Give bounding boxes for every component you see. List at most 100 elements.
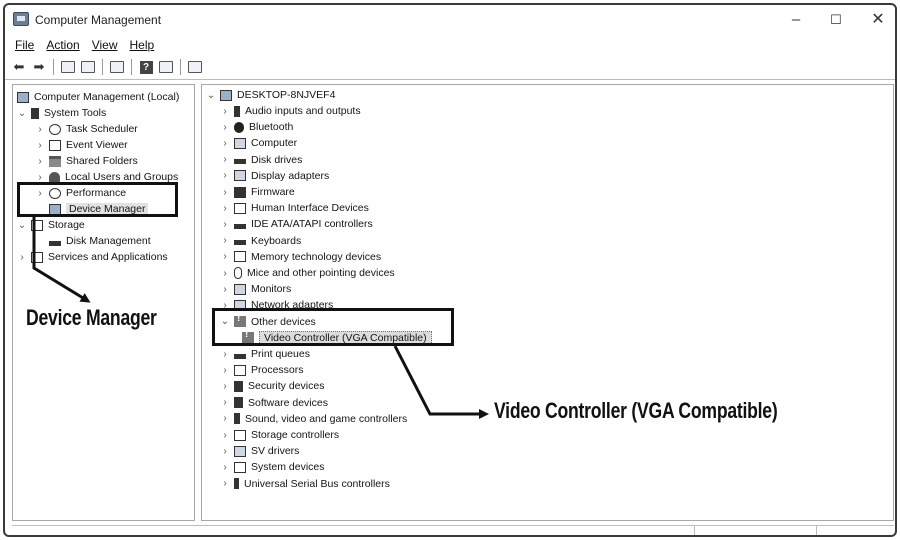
menu-view[interactable]: View bbox=[92, 38, 118, 52]
hid-icon bbox=[234, 202, 246, 214]
tree-item-shared-folders[interactable]: › Shared Folders bbox=[35, 153, 138, 169]
printer-icon bbox=[234, 353, 246, 359]
help-icon[interactable]: ? bbox=[138, 59, 154, 75]
tree-label: Sound, video and game controllers bbox=[245, 412, 408, 425]
menu-file[interactable]: File bbox=[15, 38, 34, 52]
status-divider bbox=[816, 526, 817, 535]
tree-label: System devices bbox=[251, 461, 325, 474]
chevron-down-icon[interactable]: ⌄ bbox=[17, 220, 27, 231]
device-category-audio-inputs-and-outputs[interactable]: › Audio inputs and outputs bbox=[220, 103, 361, 119]
tree-item-task-scheduler[interactable]: › Task Scheduler bbox=[35, 121, 137, 137]
chevron-right-icon[interactable]: › bbox=[220, 462, 230, 473]
chevron-right-icon[interactable]: › bbox=[220, 138, 230, 149]
tree-label: Disk Management bbox=[66, 235, 151, 247]
device-tree-root[interactable]: ⌄ DESKTOP-8NJVEF4 bbox=[206, 87, 336, 103]
device-category-memory-technology-devices[interactable]: › Memory technology devices bbox=[220, 249, 381, 265]
chevron-right-icon[interactable]: › bbox=[17, 252, 27, 263]
tools-icon bbox=[31, 107, 39, 119]
chevron-right-icon[interactable]: › bbox=[220, 413, 230, 424]
monitor-icon bbox=[234, 283, 246, 295]
chevron-right-icon[interactable]: › bbox=[220, 397, 230, 408]
chevron-right-icon[interactable]: › bbox=[220, 170, 230, 181]
device-category-keyboards[interactable]: › Keyboards bbox=[220, 233, 301, 249]
device-category-bluetooth[interactable]: › Bluetooth bbox=[220, 119, 293, 135]
sv-driver-icon bbox=[234, 445, 246, 457]
tree-item-system-tools[interactable]: ⌄ System Tools bbox=[17, 105, 106, 121]
video-controller-highlight-box bbox=[212, 308, 454, 346]
up-folder-icon[interactable] bbox=[60, 59, 76, 75]
console-tree-pane[interactable]: Computer Management (Local) ⌄ System Too… bbox=[12, 84, 195, 521]
chevron-right-icon[interactable]: › bbox=[220, 268, 230, 279]
device-category-storage-controllers[interactable]: › Storage controllers bbox=[220, 427, 339, 443]
device-category-universal-serial-bus-controllers[interactable]: › Universal Serial Bus controllers bbox=[220, 476, 390, 492]
shared-folder-icon bbox=[49, 155, 61, 167]
tree-label: Computer Management (Local) bbox=[34, 91, 180, 103]
chevron-right-icon[interactable]: › bbox=[220, 154, 230, 165]
chevron-right-icon[interactable]: › bbox=[220, 235, 230, 246]
device-category-security-devices[interactable]: › Security devices bbox=[220, 378, 324, 394]
scan-hardware-icon[interactable] bbox=[187, 59, 203, 75]
display-adapter-icon bbox=[234, 170, 246, 182]
device-category-monitors[interactable]: › Monitors bbox=[220, 281, 291, 297]
forward-arrow-icon[interactable]: ➡ bbox=[31, 59, 47, 75]
device-category-sv-drivers[interactable]: › SV drivers bbox=[220, 443, 299, 459]
tree-item-disk-management[interactable]: Disk Management bbox=[49, 233, 151, 249]
tree-item-storage[interactable]: ⌄ Storage bbox=[17, 217, 85, 233]
show-hide-tree-icon[interactable] bbox=[80, 59, 96, 75]
device-category-system-devices[interactable]: › System devices bbox=[220, 459, 325, 475]
device-category-software-devices[interactable]: › Software devices bbox=[220, 395, 328, 411]
device-category-print-queues[interactable]: › Print queues bbox=[220, 346, 310, 362]
chevron-right-icon[interactable]: › bbox=[220, 430, 230, 441]
tree-label: Monitors bbox=[251, 283, 292, 296]
back-arrow-icon[interactable]: ⬅ bbox=[11, 59, 27, 75]
chevron-right-icon[interactable]: › bbox=[220, 349, 230, 360]
device-category-human-interface-devices[interactable]: › Human Interface Devices bbox=[220, 200, 369, 216]
computer-management-window: Computer Management – ☐ ✕ File Action Vi… bbox=[3, 3, 897, 537]
chevron-right-icon[interactable]: › bbox=[220, 446, 230, 457]
device-category-mice-and-other-pointing-devices[interactable]: › Mice and other pointing devices bbox=[220, 265, 395, 281]
tree-label: Audio inputs and outputs bbox=[245, 105, 361, 117]
chevron-right-icon[interactable]: › bbox=[35, 140, 45, 151]
chevron-right-icon[interactable]: › bbox=[220, 219, 230, 230]
tree-label: Print queues bbox=[251, 348, 310, 360]
maximize-button[interactable]: ☐ bbox=[823, 10, 849, 30]
chevron-right-icon[interactable]: › bbox=[220, 365, 230, 376]
toolbar-separator bbox=[131, 59, 132, 75]
chevron-right-icon[interactable]: › bbox=[220, 122, 230, 133]
chevron-right-icon[interactable]: › bbox=[35, 156, 45, 167]
chevron-right-icon[interactable]: › bbox=[220, 478, 230, 489]
device-category-disk-drives[interactable]: › Disk drives bbox=[220, 152, 302, 168]
tree-label: Firmware bbox=[251, 186, 295, 198]
chevron-right-icon[interactable]: › bbox=[220, 187, 230, 198]
menu-help[interactable]: Help bbox=[130, 38, 155, 52]
tree-label: Software devices bbox=[248, 396, 328, 409]
device-category-processors[interactable]: › Processors bbox=[220, 362, 303, 378]
tree-item-services[interactable]: › Services and Applications bbox=[17, 249, 167, 265]
device-category-ide-ata-atapi-controllers[interactable]: › IDE ATA/ATAPI controllers bbox=[220, 216, 372, 232]
device-category-display-adapters[interactable]: › Display adapters bbox=[220, 168, 329, 184]
chevron-right-icon[interactable]: › bbox=[220, 251, 230, 262]
chevron-right-icon[interactable]: › bbox=[220, 203, 230, 214]
status-bar bbox=[12, 525, 894, 535]
tree-label: Shared Folders bbox=[66, 155, 138, 167]
device-category-sound-video-and-game-controllers[interactable]: › Sound, video and game controllers bbox=[220, 411, 407, 427]
chevron-right-icon[interactable]: › bbox=[220, 284, 230, 295]
tree-label: DESKTOP-8NJVEF4 bbox=[237, 89, 336, 101]
close-button[interactable]: ✕ bbox=[865, 10, 891, 30]
tree-item-event-viewer[interactable]: › Event Viewer bbox=[35, 137, 127, 153]
menu-action[interactable]: Action bbox=[46, 38, 79, 52]
properties-icon[interactable] bbox=[109, 59, 125, 75]
device-category-firmware[interactable]: › Firmware bbox=[220, 184, 295, 200]
chevron-right-icon[interactable]: › bbox=[35, 124, 45, 135]
device-category-computer[interactable]: › Computer bbox=[220, 135, 297, 151]
chevron-right-icon[interactable]: › bbox=[35, 172, 45, 183]
chevron-down-icon[interactable]: ⌄ bbox=[17, 108, 27, 119]
device-tree-pane[interactable]: ⌄ DESKTOP-8NJVEF4 › Audio inputs and outp… bbox=[201, 84, 894, 521]
chevron-down-icon[interactable]: ⌄ bbox=[206, 90, 216, 101]
tree-item-root[interactable]: Computer Management (Local) bbox=[17, 89, 179, 105]
chevron-right-icon[interactable]: › bbox=[220, 106, 230, 117]
chevron-right-icon[interactable]: › bbox=[220, 381, 230, 392]
console-icon[interactable] bbox=[158, 59, 174, 75]
minimize-button[interactable]: – bbox=[783, 10, 809, 30]
sound-icon bbox=[234, 413, 240, 425]
